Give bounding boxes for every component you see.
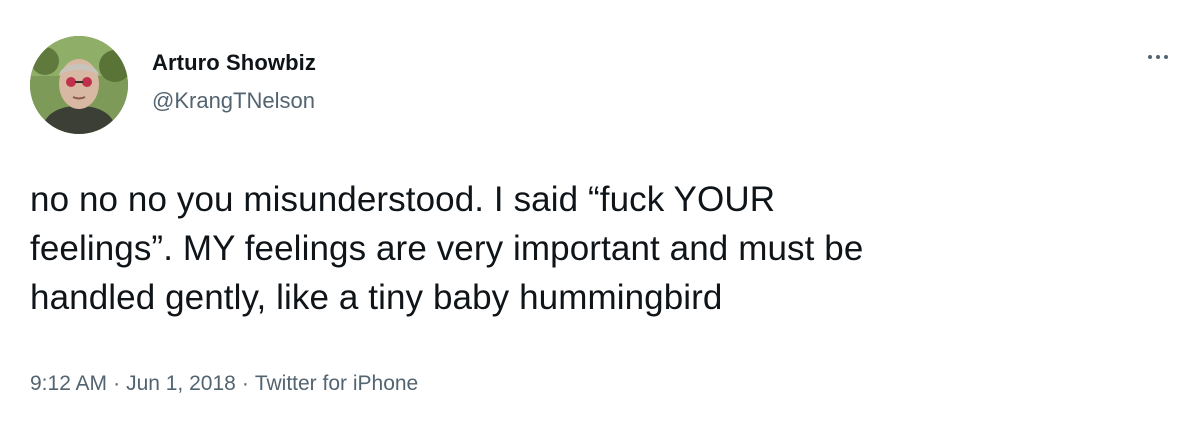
author-name[interactable]: Arturo Showbiz: [152, 50, 316, 76]
author-handle[interactable]: @KrangTNelson: [152, 88, 315, 114]
tweet-date[interactable]: Jun 1, 2018: [126, 372, 236, 395]
more-options-icon: [1164, 55, 1168, 59]
meta-separator: ·: [113, 372, 121, 395]
profile-photo-icon: [30, 36, 128, 134]
tweet-metadata: 9:12 AM · Jun 1, 2018 · Twitter for iPhone: [30, 372, 418, 396]
avatar[interactable]: [30, 36, 128, 134]
meta-separator: ·: [241, 372, 249, 395]
tweet-text: no no no you misunderstood. I said “fuck…: [30, 180, 864, 317]
more-options-button[interactable]: [1138, 42, 1178, 72]
tweet-card: Arturo Showbiz @KrangTNelson no no no yo…: [0, 0, 1200, 421]
more-options-icon: [1148, 55, 1152, 59]
tweet-source[interactable]: Twitter for iPhone: [255, 372, 418, 395]
tweet-time[interactable]: 9:12 AM: [30, 372, 107, 395]
more-options-icon: [1156, 55, 1160, 59]
